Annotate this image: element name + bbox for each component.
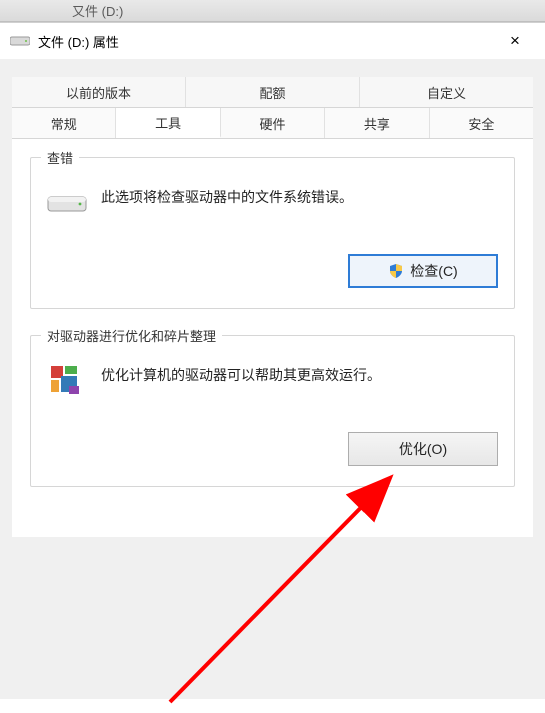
group-error-checking: 查错 此选项将检查驱动器中的文件系统错误。 <box>30 157 515 309</box>
check-button-label: 检查(C) <box>410 261 457 281</box>
tab-customize[interactable]: 自定义 <box>360 77 533 107</box>
group-optimize-title: 对驱动器进行优化和碎片整理 <box>41 326 222 345</box>
group-optimize-desc: 优化计算机的驱动器可以帮助其更高效运行。 <box>101 362 498 386</box>
defrag-icon <box>47 362 87 402</box>
tab-previous-versions[interactable]: 以前的版本 <box>12 77 186 107</box>
tabs: 以前的版本 配额 自定义 常规 工具 硬件 共享 安全 查错 <box>12 77 533 537</box>
check-button[interactable]: 检查(C) <box>348 254 498 288</box>
shield-icon <box>388 263 404 279</box>
group-optimize: 对驱动器进行优化和碎片整理 优化计算机的驱动器可以帮助其更高效运行。 <box>30 335 515 487</box>
optimize-button-label: 优化(O) <box>399 439 447 459</box>
tab-content-tools: 查错 此选项将检查驱动器中的文件系统错误。 <box>12 139 533 537</box>
tab-general[interactable]: 常规 <box>12 108 116 138</box>
tab-quota[interactable]: 配额 <box>186 77 360 107</box>
tab-row-2: 常规 工具 硬件 共享 安全 <box>12 108 533 139</box>
tab-sharing[interactable]: 共享 <box>325 108 429 138</box>
close-icon: × <box>510 31 520 51</box>
properties-dialog: 文件 (D:) 属性 × 以前的版本 配额 自定义 常规 工具 硬件 共享 安全… <box>0 22 545 699</box>
drive-icon <box>10 35 30 47</box>
tab-tools[interactable]: 工具 <box>116 108 220 138</box>
tab-security[interactable]: 安全 <box>430 108 533 138</box>
group-error-checking-title: 查错 <box>41 148 79 167</box>
window-title: 文件 (D:) 属性 <box>38 32 119 51</box>
title-bar: 文件 (D:) 属性 × <box>0 23 545 59</box>
explorer-top-bar: 又件 (D:) <box>0 0 545 22</box>
tab-row-1: 以前的版本 配额 自定义 <box>12 77 533 108</box>
optimize-button[interactable]: 优化(O) <box>348 432 498 466</box>
tab-hardware[interactable]: 硬件 <box>221 108 325 138</box>
drive-check-icon <box>47 184 87 224</box>
top-bar-label: 又件 (D:) <box>72 1 123 20</box>
group-error-checking-desc: 此选项将检查驱动器中的文件系统错误。 <box>101 184 498 208</box>
dialog-body: 以前的版本 配额 自定义 常规 工具 硬件 共享 安全 查错 <box>0 59 545 699</box>
close-button[interactable]: × <box>495 27 535 55</box>
